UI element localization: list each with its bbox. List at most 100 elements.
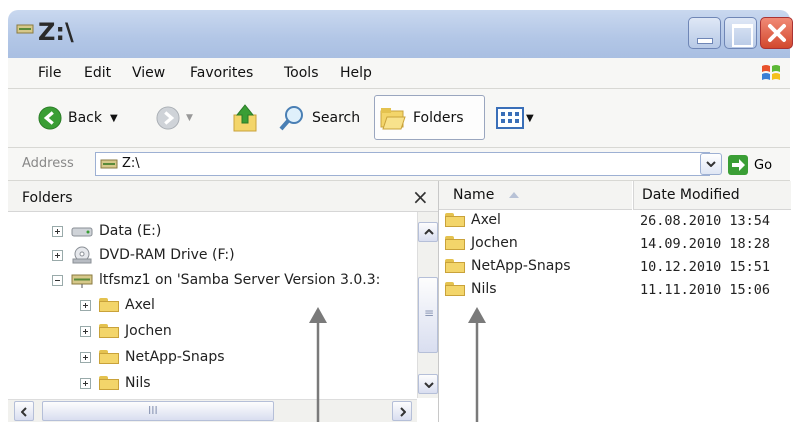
tree-item-label: ltfsmz1 on 'Samba Server Version 3.0.3: (99, 272, 381, 288)
tree-item-label: Data (E:) (99, 223, 162, 239)
close-button[interactable] (760, 17, 793, 49)
scroll-grip-icon: ≡ (424, 306, 435, 320)
menu-help[interactable]: Help (340, 65, 372, 81)
network-drive-icon (71, 274, 93, 288)
folder-icon (445, 259, 465, 273)
annotation-arrow (309, 307, 327, 422)
maximize-button[interactable] (724, 17, 757, 49)
sort-ascending-icon (509, 192, 519, 198)
menu-favorites[interactable]: Favorites (190, 65, 253, 81)
expand-icon[interactable] (52, 225, 63, 237)
scroll-thumb[interactable]: ≡ (418, 277, 438, 353)
file-row-nils[interactable]: Nils (445, 278, 497, 300)
annotation-arrow (468, 307, 486, 422)
expand-icon[interactable] (52, 249, 63, 261)
menu-bar: File Edit View Favorites Tools Help (8, 58, 790, 89)
folders-pane-title: Folders (22, 190, 73, 206)
minimize-button[interactable] (688, 17, 721, 49)
drive-icon (71, 227, 93, 237)
folders-label: Folders (413, 110, 464, 126)
chevron-right-icon (400, 407, 406, 417)
forward-arrow-icon (156, 106, 180, 130)
file-row-jochen[interactable]: Jochen (445, 232, 518, 254)
scroll-right-button[interactable] (392, 401, 412, 421)
scroll-up-button[interactable] (418, 222, 438, 242)
tree-item-netapp-snaps[interactable]: NetApp-Snaps (80, 346, 225, 368)
chevron-left-icon (21, 407, 27, 417)
up-folder-icon (233, 104, 257, 132)
views-dropdown-icon[interactable]: ▼ (526, 113, 534, 124)
file-row-netapp-snaps[interactable]: NetApp-Snaps (445, 255, 571, 277)
address-input[interactable]: Z:\ (95, 152, 710, 176)
network-drive-icon (16, 24, 34, 34)
go-button[interactable]: Go (728, 152, 786, 178)
scroll-left-button[interactable] (14, 401, 34, 421)
chevron-down-icon (706, 161, 716, 167)
expand-icon[interactable] (80, 377, 91, 389)
expand-icon[interactable] (80, 325, 91, 337)
network-drive-icon (100, 159, 118, 169)
back-button[interactable]: Back ▼ (38, 103, 118, 133)
tree-item-label: Nils (125, 375, 151, 391)
forward-dropdown-icon[interactable]: ▼ (186, 113, 193, 123)
title-bar[interactable]: Z:\ (8, 10, 793, 58)
explorer-window: Z:\ File Edit View Favorites Tools Help (0, 0, 798, 422)
folder-icon (445, 213, 465, 227)
menu-file[interactable]: File (38, 65, 61, 81)
chevron-down-icon (424, 382, 434, 388)
folders-pane-close-icon[interactable]: × (412, 185, 429, 209)
tree-item-jochen[interactable]: Jochen (80, 320, 172, 342)
scroll-down-button[interactable] (418, 374, 438, 394)
folder-tree-vertical-scrollbar[interactable]: ≡ (417, 212, 438, 398)
up-folder-button[interactable] (232, 103, 260, 133)
folder-icon (99, 324, 119, 338)
back-label: Back (68, 110, 102, 126)
hscroll-thumb[interactable]: III (42, 401, 274, 421)
dvd-icon (72, 246, 92, 264)
expand-icon[interactable] (80, 299, 91, 311)
tree-item-label: Jochen (125, 323, 172, 339)
expand-icon[interactable] (80, 351, 91, 363)
search-label: Search (312, 110, 361, 126)
tree-item-dvd-drive[interactable]: DVD-RAM Drive (F:) (52, 244, 235, 266)
tree-item-label: DVD-RAM Drive (F:) (99, 247, 235, 263)
go-label: Go (754, 157, 773, 173)
views-button[interactable]: ▼ (496, 103, 534, 133)
folder-icon (99, 298, 119, 312)
window-title: Z:\ (38, 18, 74, 46)
folder-icon (445, 282, 465, 296)
folder-tree-horizontal-scrollbar[interactable]: III (8, 399, 417, 422)
forward-button[interactable]: ▼ (156, 103, 193, 133)
address-bar: Address Z:\ Go (8, 148, 790, 181)
hscroll-grip-icon: III (148, 404, 158, 417)
folders-toggle-button[interactable]: Folders (374, 95, 485, 140)
back-arrow-icon (38, 106, 62, 130)
tree-item-data-drive[interactable]: Data (E:) (52, 220, 161, 242)
tree-item-axel[interactable]: Axel (80, 294, 155, 316)
search-icon (279, 106, 303, 131)
file-date: 11.11.2010 15:06 (640, 282, 771, 298)
menu-view[interactable]: View (132, 65, 165, 81)
file-date: 26.08.2010 13:54 (640, 213, 771, 229)
tree-item-samba-share[interactable]: ltfsmz1 on 'Samba Server Version 3.0.3: (52, 269, 380, 291)
back-dropdown-icon[interactable]: ▼ (110, 113, 118, 124)
address-dropdown-button[interactable] (700, 153, 722, 175)
views-icon (496, 107, 524, 129)
folder-tree: Data (E:) DVD-RAM Drive (F:) ltfsmz1 on … (8, 212, 416, 399)
tree-item-label: NetApp-Snaps (125, 349, 225, 365)
go-arrow-icon (728, 155, 748, 175)
column-header-label: Date Modified (642, 187, 740, 203)
column-header-date[interactable]: Date Modified (633, 181, 791, 210)
folders-pane-header: Folders × (8, 181, 438, 212)
collapse-icon[interactable] (52, 274, 63, 286)
file-date: 10.12.2010 15:51 (640, 259, 771, 275)
menu-tools[interactable]: Tools (284, 65, 319, 81)
search-button[interactable]: Search (278, 103, 360, 133)
file-row-axel[interactable]: Axel (445, 209, 501, 231)
menu-edit[interactable]: Edit (84, 65, 111, 81)
tree-item-nils[interactable]: Nils (80, 372, 151, 394)
address-label: Address (22, 156, 74, 171)
column-header-label: Name (453, 187, 495, 203)
column-header-name[interactable]: Name (439, 181, 632, 210)
windows-logo-icon (762, 65, 780, 80)
